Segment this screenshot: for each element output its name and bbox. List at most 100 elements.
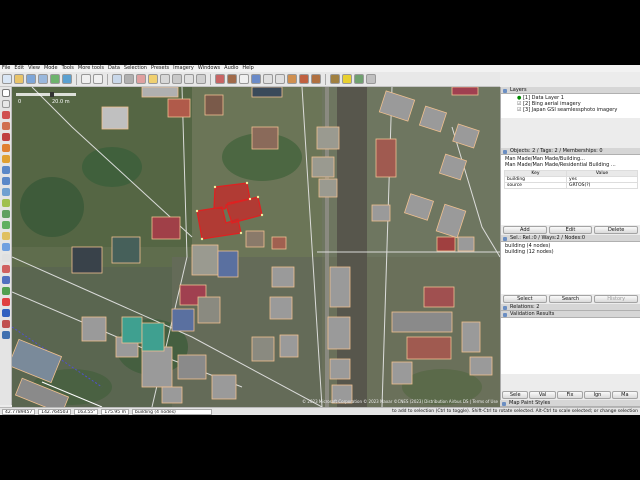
menu-view[interactable]: View xyxy=(28,65,40,72)
menu-presets[interactable]: Presets xyxy=(151,65,169,72)
align-line-icon[interactable] xyxy=(196,74,206,84)
upload-icon[interactable] xyxy=(50,74,60,84)
menu-audio[interactable]: Audio xyxy=(224,65,238,72)
zoom-in-icon[interactable] xyxy=(112,74,122,84)
split-way-icon[interactable] xyxy=(160,74,170,84)
image-icon[interactable] xyxy=(1,298,10,306)
history-button[interactable]: History xyxy=(594,295,639,303)
scale-bar-label: 20.0 m xyxy=(52,99,70,105)
save-as-icon[interactable] xyxy=(38,74,48,84)
tags-panel-header[interactable]: Objects: 2 / Tags: 2 / Memberships: 0 xyxy=(501,148,640,155)
gps-icon[interactable] xyxy=(1,309,10,317)
distance-field: 175.95 m xyxy=(101,408,129,415)
zoom-level-text: 0 xyxy=(18,99,22,105)
info-icon[interactable] xyxy=(1,331,10,339)
preset-shop-icon[interactable] xyxy=(311,74,321,84)
preset-recycling-icon[interactable] xyxy=(366,74,376,84)
new-layer-icon[interactable] xyxy=(2,74,12,84)
select-button[interactable]: Select xyxy=(503,295,547,303)
add-tag-button[interactable]: Add xyxy=(503,226,547,234)
preset-house-icon[interactable] xyxy=(227,74,237,84)
preset-industrial-icon[interactable] xyxy=(330,74,340,84)
preset-power-icon[interactable] xyxy=(342,74,352,84)
reverse-way-icon[interactable] xyxy=(172,74,182,84)
menu-windows[interactable]: Windows xyxy=(198,65,220,72)
selection-list: building (4 nodes) building (12 nodes) xyxy=(501,242,640,294)
josm-window: File Edit View Mode Tools More tools Dat… xyxy=(0,65,640,415)
menu-data[interactable]: Data xyxy=(108,65,120,72)
imagery-attribution[interactable]: © 2023 Microsoft Corporation © 2023 Maxa… xyxy=(302,399,498,404)
conflict-icon[interactable] xyxy=(1,199,10,207)
tag-table: Key Value building yes source GRTOS(?) xyxy=(503,170,638,189)
menu-more-tools[interactable]: More tools xyxy=(78,65,104,72)
relations-panel-header[interactable]: Relations: 2 xyxy=(501,304,640,311)
download-icon[interactable] xyxy=(62,74,72,84)
preset-bus-icon[interactable] xyxy=(263,74,273,84)
draw-mode-icon[interactable] xyxy=(1,111,10,119)
menu-edit[interactable]: Edit xyxy=(14,65,24,72)
toggle-dialogs-icon[interactable] xyxy=(1,177,10,185)
undo-icon[interactable] xyxy=(81,74,91,84)
validation-panel-header[interactable]: Validation Results xyxy=(501,311,640,318)
select-mode-icon[interactable] xyxy=(1,89,10,97)
search-button[interactable]: Search xyxy=(548,295,593,303)
align-circle-icon[interactable] xyxy=(184,74,194,84)
delete-icon[interactable] xyxy=(136,74,146,84)
history-icon[interactable] xyxy=(1,221,10,229)
preset-building-icon[interactable] xyxy=(215,74,225,84)
menu-imagery[interactable]: Imagery xyxy=(173,65,194,72)
relation-icon[interactable] xyxy=(1,276,10,284)
layers-panel-header[interactable]: Layers xyxy=(501,87,640,94)
list-item[interactable]: building (12 nodes) xyxy=(501,249,640,255)
latitude-field: 42.7789457 xyxy=(2,408,36,415)
extrude-mode-icon[interactable] xyxy=(1,144,10,152)
menu-help[interactable]: Help xyxy=(242,65,253,72)
validation-ignore-button[interactable]: Ign xyxy=(584,391,611,399)
tag-checker-icon[interactable] xyxy=(1,254,10,262)
changeset-icon[interactable] xyxy=(1,243,10,251)
lasso-mode-icon[interactable] xyxy=(1,100,10,108)
toolbar-separator xyxy=(76,73,77,85)
validation-validate-button[interactable]: Val xyxy=(529,391,556,399)
table-row[interactable]: source GRTOS(?) xyxy=(503,182,638,189)
combine-way-icon[interactable] xyxy=(148,74,158,84)
validation-more-button[interactable]: Ma xyxy=(611,391,639,399)
filter-icon[interactable] xyxy=(1,210,10,218)
preferences-icon[interactable] xyxy=(124,74,134,84)
validation-fix-button[interactable]: Fix xyxy=(556,391,584,399)
menu-mode[interactable]: Mode xyxy=(44,65,58,72)
menu-file[interactable]: File xyxy=(2,65,10,72)
preset-car-icon[interactable] xyxy=(275,74,285,84)
map-view[interactable]: 0 20.0 m © 2023 Microsoft Corporation © … xyxy=(12,87,500,407)
map-paint-styles-header[interactable]: Map Paint Styles xyxy=(500,400,640,407)
author-icon[interactable] xyxy=(1,265,10,273)
preset-barrier-icon[interactable] xyxy=(354,74,364,84)
minimap-icon[interactable] xyxy=(1,320,10,328)
preset-restaurant-icon[interactable] xyxy=(287,74,297,84)
validation-tab-buttons: Sele Val Fix Ign Ma xyxy=(500,391,640,400)
preset-highway-icon[interactable] xyxy=(239,74,249,84)
heading-field: 163.55° xyxy=(74,408,99,415)
save-icon[interactable] xyxy=(26,74,36,84)
notes-icon[interactable] xyxy=(1,232,10,240)
layer-item[interactable]: ☑ [3] Japan GSI seamlessphoto imagery xyxy=(501,107,640,113)
selection-panel-header[interactable]: Sel.: Rel.:0 / Ways:2 / Nodes:0 xyxy=(501,235,640,242)
delete-mode-icon[interactable] xyxy=(1,133,10,141)
parallel-mode-icon[interactable] xyxy=(1,155,10,163)
map-paint-icon[interactable] xyxy=(1,188,10,196)
redo-icon[interactable] xyxy=(93,74,103,84)
validation-select-button[interactable]: Sele xyxy=(502,391,529,399)
menu-selection[interactable]: Selection xyxy=(124,65,147,72)
preset-link[interactable]: Man Made/Man Made/Residential Building .… xyxy=(501,162,640,168)
open-file-icon[interactable] xyxy=(14,74,24,84)
validation-icon[interactable] xyxy=(1,287,10,295)
zoom-mode-icon[interactable] xyxy=(1,166,10,174)
preset-drink-icon[interactable] xyxy=(299,74,309,84)
selection-info-field: building (4 nodes) xyxy=(131,408,212,415)
improve-way-icon[interactable] xyxy=(1,122,10,130)
edit-tools-sidebar xyxy=(0,87,12,405)
menu-tools[interactable]: Tools xyxy=(62,65,74,72)
preset-parking-icon[interactable] xyxy=(251,74,261,84)
edit-tag-button[interactable]: Edit xyxy=(548,226,593,234)
delete-tag-button[interactable]: Delete xyxy=(594,226,639,234)
